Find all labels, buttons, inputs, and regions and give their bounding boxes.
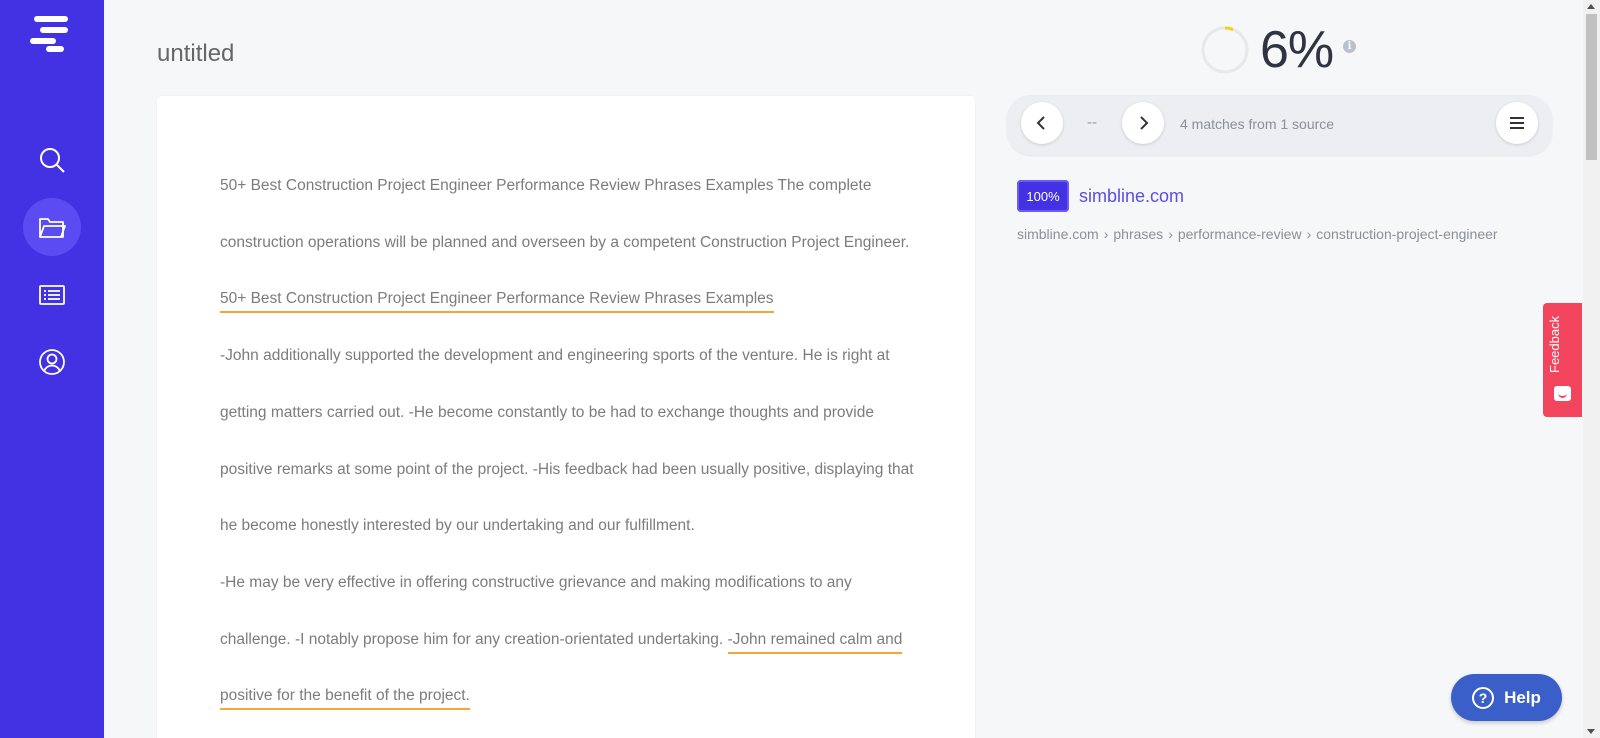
feedback-label: Feedback bbox=[1547, 315, 1562, 373]
match-navigation-bar: -- 4 matches from 1 source bbox=[1007, 95, 1552, 155]
nav-list[interactable] bbox=[23, 266, 81, 324]
nav-documents[interactable] bbox=[23, 198, 81, 256]
source-match-badge: 100% bbox=[1017, 180, 1069, 212]
document-paragraph: 50+ Best Construction Project Engineer P… bbox=[220, 158, 920, 328]
next-match-button[interactable] bbox=[1122, 102, 1164, 144]
help-label: Help bbox=[1504, 687, 1541, 707]
document-body[interactable]: 50+ Best Construction Project Engineer P… bbox=[220, 158, 920, 725]
document-title[interactable]: untitled bbox=[157, 40, 234, 68]
help-button[interactable]: ? Help bbox=[1451, 674, 1562, 721]
document-text: -John additionally supported the develop… bbox=[220, 347, 914, 535]
document-paragraph: -He may be very effective in offering co… bbox=[220, 555, 920, 725]
feedback-tab[interactable]: Feedback bbox=[1543, 303, 1582, 417]
menu-button[interactable] bbox=[1496, 102, 1538, 144]
source-entry[interactable]: 100% simbline.com bbox=[1017, 180, 1184, 212]
folder-icon bbox=[39, 218, 66, 238]
source-link[interactable]: simbline.com bbox=[1079, 186, 1184, 207]
breadcrumb-segment: construction-project-engineer bbox=[1316, 226, 1498, 242]
help-icon: ? bbox=[1472, 686, 1495, 709]
breadcrumb-separator: › bbox=[1306, 226, 1312, 242]
matched-text[interactable]: 50+ Best Construction Project Engineer P… bbox=[220, 290, 774, 314]
app-logo[interactable] bbox=[30, 12, 74, 52]
source-breadcrumb: simbline.com › phrases › performance-review ›… bbox=[1017, 226, 1498, 242]
match-summary: 4 matches from 1 source bbox=[1180, 116, 1335, 132]
scroll-up-arrow-icon[interactable] bbox=[1587, 4, 1595, 9]
nav-search[interactable] bbox=[23, 131, 81, 189]
search-icon bbox=[40, 148, 65, 173]
match-index: -- bbox=[1087, 115, 1098, 131]
breadcrumb-separator: › bbox=[1168, 226, 1173, 242]
list-icon bbox=[39, 285, 65, 305]
user-icon bbox=[39, 349, 65, 375]
document-text: 50+ Best Construction Project Engineer P… bbox=[220, 177, 910, 251]
menu-icon bbox=[1510, 117, 1524, 129]
previous-match-button[interactable] bbox=[1021, 102, 1063, 144]
breadcrumb-segment: phrases bbox=[1113, 226, 1164, 242]
breadcrumb-segment: simbline.com bbox=[1017, 226, 1099, 242]
scroll-down-arrow-icon[interactable] bbox=[1587, 729, 1595, 734]
plagiarism-score: 6% bbox=[1200, 21, 1334, 79]
breadcrumb-segment: performance-review bbox=[1177, 226, 1302, 242]
smiley-icon bbox=[1554, 386, 1571, 401]
info-icon[interactable]: i bbox=[1343, 40, 1356, 53]
score-value: 6% bbox=[1260, 21, 1334, 79]
score-ring bbox=[1201, 26, 1249, 74]
sidebar bbox=[0, 0, 104, 738]
chevron-left-icon bbox=[1036, 116, 1045, 130]
nav-account[interactable] bbox=[23, 333, 81, 391]
chevron-right-icon bbox=[1140, 116, 1149, 130]
page-scrollbar[interactable] bbox=[1583, 0, 1600, 738]
breadcrumb-separator: › bbox=[1103, 226, 1109, 242]
document-editor[interactable]: 50+ Best Construction Project Engineer P… bbox=[157, 96, 975, 738]
document-paragraph: -John additionally supported the develop… bbox=[220, 328, 920, 555]
scroll-thumb[interactable] bbox=[1586, 14, 1597, 160]
